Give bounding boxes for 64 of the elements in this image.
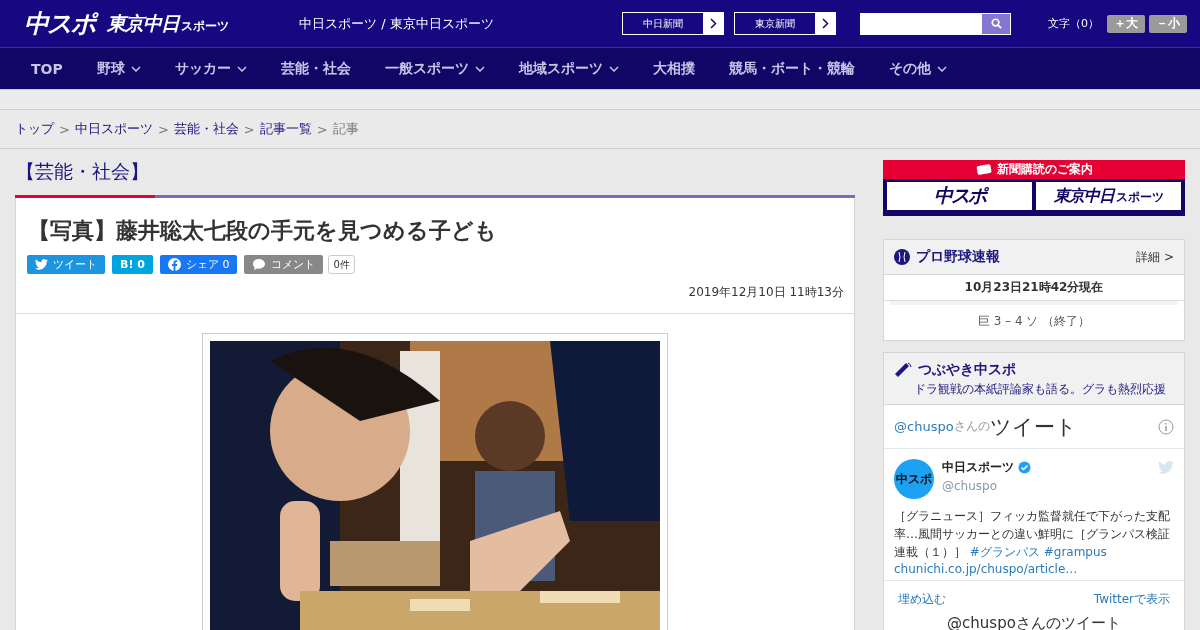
newspaper-link[interactable]: 東京新聞	[734, 12, 836, 35]
bird-icon	[35, 259, 48, 270]
search-field[interactable]	[860, 12, 1011, 35]
comment-button[interactable]: コメント	[244, 255, 324, 274]
widget-title: つぶやき中スポ	[918, 361, 1016, 379]
nav-item[interactable]: 地域スポーツ	[518, 59, 619, 78]
breadcrumb-separator: >	[243, 121, 255, 137]
chevron-down-icon	[608, 65, 619, 72]
breadcrumb-separator: >	[316, 121, 328, 137]
nav-item[interactable]: 大相撲	[652, 59, 695, 78]
embed-link[interactable]: 埋め込む	[898, 591, 946, 608]
nav-item[interactable]: 野球	[96, 59, 141, 78]
article-date: 2019年12月10日 11時13分	[16, 274, 854, 314]
breadcrumb-separator: >	[59, 121, 70, 137]
banner-title: 新聞購読のご案内	[996, 161, 1093, 178]
hashtag-link[interactable]: #grampus	[1043, 545, 1107, 559]
facebook-icon	[167, 258, 181, 271]
details-link[interactable]: 詳細 >	[1136, 248, 1174, 266]
nav-item[interactable]: 競馬・ボート・競輪	[728, 59, 855, 78]
chevron-down-icon	[130, 65, 141, 72]
nav-item[interactable]: 一般スポーツ	[384, 59, 485, 78]
hashtag-link[interactable]: #グランパス	[969, 545, 1040, 559]
nav-item[interactable]: サッカー	[174, 59, 247, 78]
chevron-down-icon	[236, 65, 247, 72]
account-handle: @chuspo	[942, 479, 999, 493]
widget-title: プロ野球速報	[916, 248, 1000, 266]
site-title: 中日スポーツ / 東京中日スポーツ	[299, 14, 495, 33]
breadcrumb-link[interactable]: 記事一覧	[259, 120, 312, 138]
newspaper-link[interactable]: 中日新聞	[622, 12, 724, 35]
article-link[interactable]: chunichi.co.jp/chuspo/article…	[894, 562, 1174, 576]
speech-bubble-icon	[252, 258, 267, 271]
category-heading: 【芸能・社会】	[16, 159, 150, 184]
comment-count: 0件	[328, 255, 355, 274]
sub-logo[interactable]: 東京中日スポーツ	[107, 10, 229, 37]
breadcrumb-link[interactable]: 中日スポーツ	[74, 120, 153, 138]
nav-item[interactable]: TOP	[31, 60, 63, 77]
nav-item[interactable]: その他	[888, 59, 947, 78]
share-button[interactable]: シェア 0	[159, 255, 238, 274]
nav-item[interactable]: 芸能・社会	[280, 59, 351, 78]
subscription-banner[interactable]: 新聞購読のご案内 中スポ 東京中日スポーツ	[883, 160, 1185, 216]
search-icon	[990, 18, 1002, 29]
chevron-down-icon	[936, 65, 947, 72]
breadcrumb-link[interactable]: トップ	[15, 120, 54, 138]
avatar[interactable]: 中スポ	[894, 459, 934, 499]
baseball-icon	[894, 249, 910, 265]
breadcrumb-separator: >	[157, 121, 169, 137]
font-size-label: 文字（0）	[1048, 16, 1099, 31]
handle-link[interactable]: @chuspo	[894, 419, 954, 434]
breadcrumb-link[interactable]: 芸能・社会	[173, 120, 239, 138]
game-score[interactable]: 巨 3 – 4 ソ （終了）	[890, 301, 1178, 340]
search-button[interactable]	[982, 13, 1010, 34]
chevron-right-icon	[821, 18, 829, 29]
chevron-right-icon	[709, 18, 717, 29]
info-icon[interactable]	[1158, 418, 1174, 435]
ticket-icon	[975, 164, 992, 175]
handle-suffix: さんの	[953, 418, 990, 433]
timeline-heading: ツイート	[989, 413, 1077, 441]
chevron-down-icon	[474, 65, 485, 72]
view-on-twitter-link[interactable]: Twitterで表示	[1093, 591, 1170, 608]
update-time: 10月23日21時42分現在	[884, 275, 1184, 301]
widget-subtitle: ドラ観戦の本紙評論家も語る。グラも熱烈応援	[913, 381, 1167, 398]
account-name[interactable]: 中日スポーツ	[942, 459, 1014, 476]
current-page-text: 記事	[332, 120, 359, 138]
article-title: 【写真】藤井聡太七段の手元を見つめる子ども	[27, 217, 498, 245]
